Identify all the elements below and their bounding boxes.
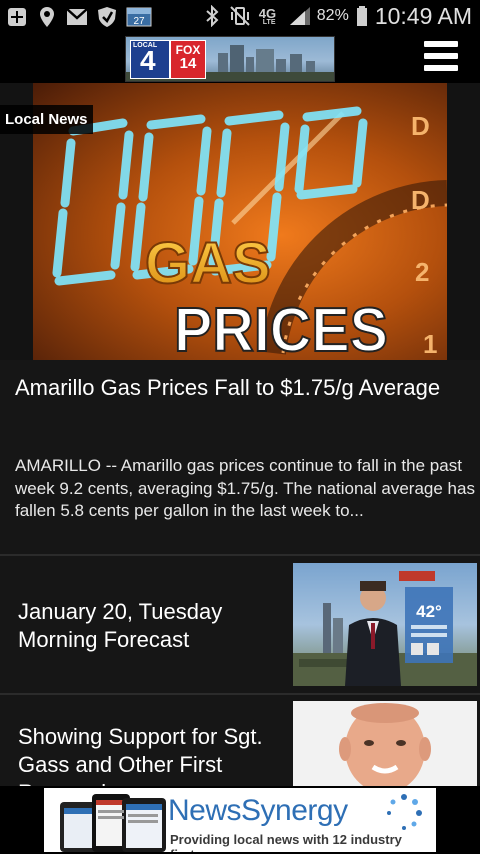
station-logo[interactable]: LOCAL 4 FOX 14 bbox=[125, 36, 335, 82]
weather-forecast-thumbnail[interactable]: 42° bbox=[293, 563, 477, 686]
list-item[interactable]: January 20, Tuesday Morning Forecast 42° bbox=[0, 556, 480, 695]
ad-brand-name: NewsSynergy bbox=[168, 794, 348, 827]
person-portrait-thumbnail[interactable] bbox=[293, 701, 477, 786]
gas-prices-image[interactable]: D D 2 1 GAS PRICES bbox=[33, 83, 447, 360]
add-notification-icon bbox=[6, 6, 28, 28]
svg-text:1: 1 bbox=[423, 329, 437, 359]
newssynergy-ad[interactable]: NewsSynergy Providing local news with 12… bbox=[44, 788, 436, 852]
svg-text:D: D bbox=[411, 185, 430, 215]
svg-text:2: 2 bbox=[415, 257, 429, 287]
bluetooth-icon bbox=[201, 5, 223, 27]
ad-tagline: Providing local news with 12 industry fi… bbox=[170, 832, 402, 852]
news-feed[interactable]: D D 2 1 GAS PRICES Local News Amarillo G… bbox=[0, 83, 480, 786]
clock: 10:49 AM bbox=[374, 2, 472, 29]
gas-word: GAS bbox=[145, 231, 271, 296]
hamburger-menu-icon[interactable] bbox=[424, 41, 460, 75]
hero-story-image-area[interactable]: D D 2 1 GAS PRICES Local News bbox=[0, 83, 480, 360]
article-title[interactable]: Amarillo Gas Prices Fall to $1.75/g Aver… bbox=[15, 373, 465, 402]
featured-article[interactable]: Amarillo Gas Prices Fall to $1.75/g Aver… bbox=[0, 360, 480, 556]
sparkle-dots-icon bbox=[387, 794, 422, 830]
article-summary: AMARILLO -- Amarillo gas prices continue… bbox=[15, 456, 475, 520]
ad-banner[interactable]: NewsSynergy Providing local news with 12… bbox=[0, 786, 480, 854]
app-header: LOCAL 4 FOX 14 bbox=[0, 33, 480, 83]
calendar-icon: 27 bbox=[126, 6, 152, 28]
battery-percent: 82% bbox=[316, 7, 349, 24]
battery-icon bbox=[355, 5, 369, 27]
status-bar: 27 4G LTE 82% 10:49 AM bbox=[0, 0, 480, 33]
vibrate-mute-icon bbox=[229, 5, 251, 27]
signal-strength-icon bbox=[289, 5, 311, 27]
gmail-icon bbox=[66, 6, 88, 28]
list-item[interactable]: Showing Support for Sgt. Gass and Other … bbox=[0, 695, 480, 786]
lte-network-icon: 4G LTE bbox=[258, 6, 277, 26]
prices-word: PRICES bbox=[174, 296, 388, 360]
category-label: Local News bbox=[0, 105, 93, 134]
location-pin-icon bbox=[36, 6, 58, 28]
local4-logo-badge: LOCAL 4 bbox=[130, 40, 170, 79]
story-title[interactable]: Showing Support for Sgt. Gass and Other … bbox=[18, 723, 273, 786]
svg-text:27: 27 bbox=[133, 16, 145, 27]
story-title[interactable]: January 20, Tuesday Morning Forecast bbox=[18, 598, 273, 654]
devices-illustration bbox=[60, 794, 166, 852]
shield-app-icon bbox=[96, 6, 118, 28]
fox14-logo-badge: FOX 14 bbox=[170, 40, 206, 79]
svg-text:42°: 42° bbox=[416, 602, 442, 621]
svg-text:D: D bbox=[411, 111, 430, 141]
